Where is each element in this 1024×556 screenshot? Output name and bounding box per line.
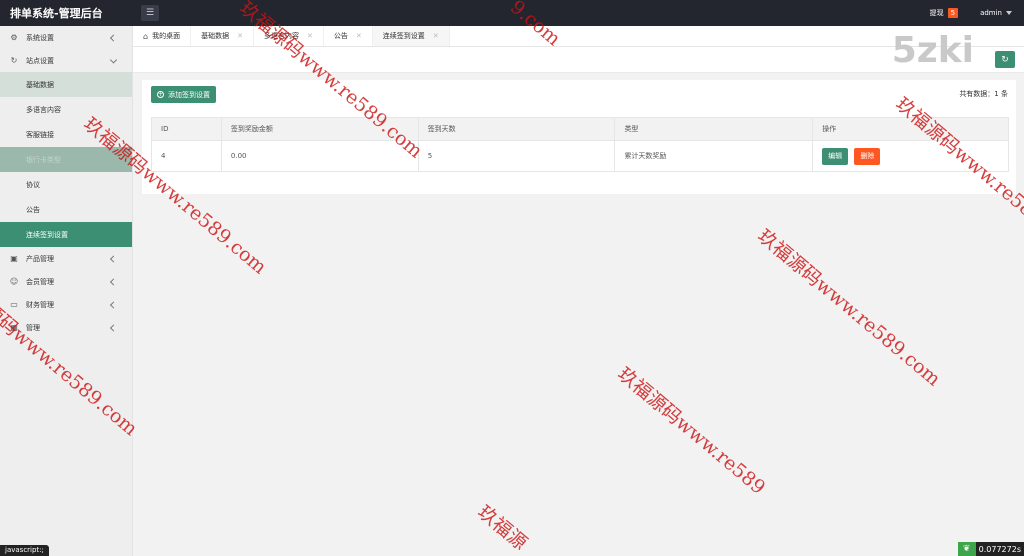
- chevron-left-icon: [109, 254, 118, 263]
- cell-actions: 编辑 删除: [812, 140, 1009, 172]
- close-icon[interactable]: ✕: [433, 32, 439, 40]
- close-icon[interactable]: ✕: [307, 32, 313, 40]
- sidebar: ⚙ 系统设置 ↻ 站点设置 基础数据 多语言内容 客服链接 银行卡类型 协议 公…: [0, 26, 133, 556]
- sidebar-item-label: 管理: [26, 323, 40, 332]
- watermark-text: 玖福源码www.re589.com: [753, 225, 945, 391]
- chevron-left-icon: [109, 277, 118, 286]
- chevron-left-icon: [109, 33, 118, 42]
- home-icon: ⌂: [143, 31, 149, 41]
- sidebar-item-label: 财务管理: [26, 300, 54, 309]
- total-count: 共有数据：1 条: [959, 90, 1008, 98]
- sidebar-sub-item-agreement[interactable]: 协议: [0, 172, 132, 197]
- leaf-icon: ❦: [957, 542, 976, 556]
- sidebar-sub-item-service-link[interactable]: 客服链接: [0, 122, 132, 147]
- sidebar-item-label: 站点设置: [26, 56, 54, 65]
- tab-desktop[interactable]: ⌂ 我的桌面: [133, 26, 192, 46]
- delete-button[interactable]: 删除: [854, 147, 881, 165]
- close-icon[interactable]: ✕: [356, 32, 362, 40]
- sidebar-sub-item-checkin-settings[interactable]: 连续签到设置: [0, 222, 132, 247]
- timer-value: 0.077272s: [975, 542, 1024, 556]
- user-name: admin: [980, 9, 1002, 17]
- sidebar-item-products[interactable]: ▣ 产品管理: [0, 247, 132, 270]
- add-button-label: 添加签到设置: [168, 90, 210, 99]
- sidebar-item-label: 系统设置: [26, 33, 54, 42]
- withdraw-link[interactable]: 提现 5: [929, 8, 959, 18]
- add-checkin-button[interactable]: + 添加签到设置: [151, 86, 216, 103]
- withdraw-badge: 5: [947, 8, 959, 18]
- watermark-text: 玖福源: [473, 501, 532, 555]
- chevron-left-icon: [109, 323, 118, 332]
- status-bar-link: javascript:;: [0, 545, 49, 556]
- cell-amount: 0.00: [220, 140, 419, 172]
- brand-watermark: 5zki: [891, 30, 974, 71]
- tab-notice[interactable]: 公告 ✕: [324, 26, 373, 46]
- cube-icon: ▣: [10, 254, 18, 263]
- column-header: ID: [151, 117, 222, 141]
- tab-label: 多语言内容: [263, 32, 299, 40]
- tab-label: 我的桌面: [152, 32, 181, 40]
- table-header-row: ID 签到奖励金额 签到天数 类型 操作: [151, 117, 1009, 141]
- menu-icon: ☰: [145, 8, 155, 18]
- wallet-icon: ▭: [10, 300, 18, 309]
- box-icon: ▦: [10, 323, 18, 332]
- app-title: 排单系统-管理后台: [10, 7, 103, 20]
- checkin-table: ID 签到奖励金额 签到天数 类型 操作 4 0.00 5 累计天数奖励 编辑 …: [151, 117, 1009, 172]
- edit-button[interactable]: 编辑: [822, 147, 849, 165]
- caret-down-icon: [1006, 11, 1012, 15]
- watermark-text: 玖福源码www.re589: [613, 363, 770, 499]
- column-header: 操作: [812, 117, 1009, 141]
- sidebar-item-members[interactable]: ☺ 会员管理: [0, 270, 132, 293]
- refresh-button[interactable]: ↻: [995, 51, 1015, 68]
- sidebar-item-label: 产品管理: [26, 254, 54, 263]
- top-header: 排单系统-管理后台 ☰ 提现 5 admin: [0, 0, 1024, 26]
- user-icon: ☺: [9, 277, 19, 286]
- tab-checkin-settings[interactable]: 连续签到设置 ✕: [372, 26, 450, 46]
- content-card: + 添加签到设置 共有数据：1 条 ID 签到奖励金额 签到天数 类型 操作 4…: [142, 80, 1016, 194]
- sidebar-sub-item-bank-card-type[interactable]: 银行卡类型: [0, 147, 132, 172]
- cell-type: 累计天数奖励: [614, 140, 814, 172]
- sidebar-sub-item-multilang[interactable]: 多语言内容: [0, 97, 132, 122]
- sidebar-item-management[interactable]: ▦ 管理: [0, 316, 132, 339]
- cell-days: 5: [417, 140, 616, 172]
- toolbar: ↻: [133, 47, 1024, 73]
- chevron-left-icon: [109, 300, 118, 309]
- plus-circle-icon: +: [157, 90, 164, 98]
- sidebar-item-finance[interactable]: ▭ 财务管理: [0, 293, 132, 316]
- chevron-down-icon: [109, 55, 118, 64]
- sidebar-sub-item-basic-data[interactable]: 基础数据: [0, 72, 132, 97]
- tab-basic-data[interactable]: 基础数据 ✕: [191, 26, 254, 46]
- column-header: 签到奖励金额: [220, 117, 419, 141]
- close-icon[interactable]: ✕: [237, 32, 243, 40]
- menu-toggle-button[interactable]: ☰: [141, 5, 159, 21]
- column-header: 类型: [614, 117, 814, 141]
- user-menu[interactable]: admin: [980, 9, 1012, 17]
- refresh-icon: ↻: [10, 56, 18, 65]
- withdraw-label: 提现: [929, 9, 944, 17]
- column-header: 签到天数: [417, 117, 616, 141]
- sidebar-item-site-settings[interactable]: ↻ 站点设置: [0, 49, 132, 72]
- refresh-icon: ↻: [1001, 54, 1009, 65]
- tab-bar: ⌂ 我的桌面 基础数据 ✕ 多语言内容 ✕ 公告 ✕ 连续签到设置 ✕: [133, 26, 1024, 47]
- table-row: 4 0.00 5 累计天数奖励 编辑 删除: [151, 140, 1009, 172]
- debug-timer[interactable]: ❦ 0.077272s: [957, 542, 1024, 556]
- sidebar-sub-item-notice[interactable]: 公告: [0, 197, 132, 222]
- cell-id: 4: [151, 140, 222, 172]
- gear-icon: ⚙: [10, 33, 18, 42]
- sidebar-item-system-settings[interactable]: ⚙ 系统设置: [0, 26, 132, 49]
- tab-label: 基础数据: [201, 32, 230, 40]
- tab-multilang[interactable]: 多语言内容 ✕: [254, 26, 324, 46]
- tab-label: 连续签到设置: [382, 32, 425, 40]
- sidebar-item-label: 会员管理: [26, 277, 54, 286]
- tab-label: 公告: [333, 32, 348, 40]
- header-right: 提现 5 admin: [930, 8, 1024, 18]
